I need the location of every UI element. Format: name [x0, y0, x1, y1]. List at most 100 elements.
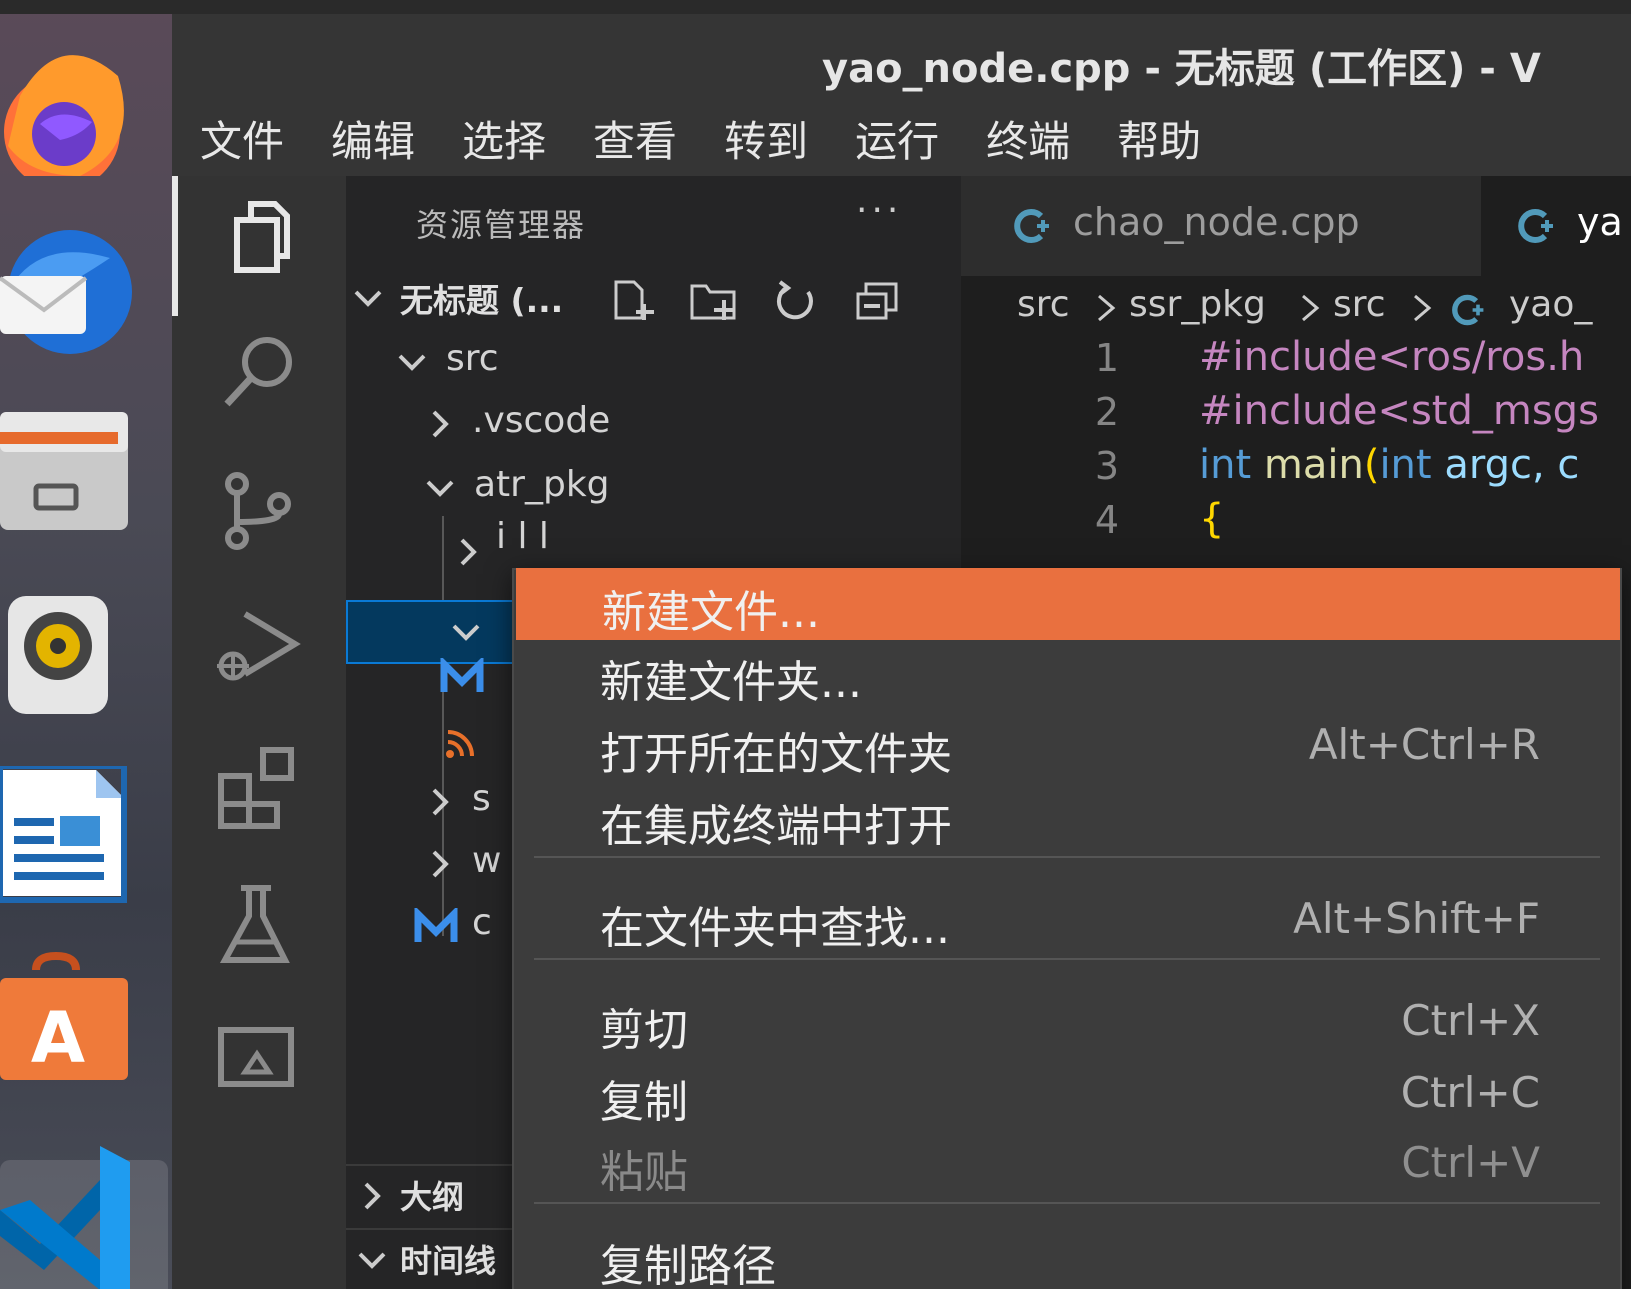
menu-go[interactable]: 转到: [724, 108, 808, 169]
menu-item-find-in-folder[interactable]: 在文件夹中查找... Alt+Shift+F: [514, 884, 1620, 956]
breadcrumb-item[interactable]: yao_: [1509, 284, 1592, 325]
menu-view[interactable]: 查看: [593, 108, 677, 169]
menu-item-paste[interactable]: 粘贴 Ctrl+V: [514, 1128, 1620, 1200]
menu-item-label: 复制路径: [600, 1241, 776, 1289]
chevron-down-icon: [358, 1252, 386, 1269]
thunderbird-icon[interactable]: [0, 218, 140, 358]
menu-separator: [534, 958, 1600, 960]
code-line[interactable]: #include<ros/ros.h: [1199, 334, 1584, 380]
menu-item-label: 粘贴: [600, 1147, 688, 1198]
chevron-down-icon: [426, 480, 454, 497]
workspace-header[interactable]: 无标题 (...: [346, 268, 961, 328]
menu-item-label: 打开所在的文件夹: [600, 729, 952, 780]
menu-item-open-in-terminal[interactable]: 在集成终端中打开: [514, 782, 1620, 854]
code-variable: c: [1557, 442, 1580, 488]
menu-item-label: 新建文件夹...: [600, 657, 862, 708]
code-line[interactable]: int main(int argc, c: [1199, 442, 1579, 488]
menu-item-label: 剪切: [600, 1005, 688, 1056]
menu-bar: 文件 编辑 选择 查看 转到 运行 终端 帮助: [172, 100, 1631, 176]
top-panel-strip: [0, 0, 1631, 14]
menu-item-new-folder[interactable]: 新建文件夹...: [514, 638, 1620, 710]
tab-label: chao_node.cpp: [1073, 200, 1360, 244]
menu-terminal[interactable]: 终端: [986, 108, 1070, 169]
tree-item-label: src: [446, 338, 499, 379]
code-paren: (: [1363, 442, 1380, 488]
more-actions-button[interactable]: ···: [856, 190, 902, 231]
search-icon[interactable]: [215, 326, 305, 416]
chevron-right-icon: [432, 850, 449, 878]
tree-item-label: i l l: [496, 516, 549, 557]
active-view-indicator: [172, 176, 178, 316]
files-icon[interactable]: [0, 402, 140, 542]
title-bar: yao_node.cpp - 无标题 (工作区) - V: [172, 14, 1631, 100]
new-folder-icon[interactable]: [690, 278, 738, 322]
menu-item-shortcut: Ctrl+V: [1401, 1138, 1540, 1187]
breadcrumb-item[interactable]: src: [1017, 284, 1070, 325]
menu-item-new-file[interactable]: 新建文件...: [516, 568, 1620, 640]
window-title: yao_node.cpp - 无标题 (工作区) - V: [822, 46, 1541, 92]
tree-item-atr-pkg[interactable]: atr_pkg: [346, 458, 961, 518]
cmake-m-icon: [414, 908, 458, 942]
vscode-icon[interactable]: [0, 1140, 140, 1289]
chevron-down-icon: [452, 624, 480, 641]
refresh-icon[interactable]: [772, 278, 820, 322]
explorer-icon[interactable]: [215, 190, 305, 280]
ubuntu-dock: A: [0, 0, 172, 1289]
extensions-icon[interactable]: [215, 742, 305, 832]
menu-item-cut[interactable]: 剪切 Ctrl+X: [514, 986, 1620, 1058]
tree-item-vscode[interactable]: .vscode: [346, 394, 961, 454]
tab-label: ya: [1577, 200, 1623, 244]
chevron-right-icon: [432, 788, 449, 816]
activity-bar: [172, 176, 346, 1289]
menu-file[interactable]: 文件: [200, 108, 284, 169]
tree-item-src[interactable]: src: [346, 332, 961, 392]
tab-chao-node[interactable]: chao_node.cpp: [961, 176, 1481, 276]
rss-icon: [446, 730, 474, 758]
tree-item-label: s: [472, 778, 491, 819]
menu-item-label: 新建文件...: [602, 587, 820, 638]
menu-edit[interactable]: 编辑: [331, 108, 415, 169]
menu-item-shortcut: Alt+Ctrl+R: [1308, 720, 1540, 769]
breadcrumb-item[interactable]: ssr_pkg: [1129, 284, 1266, 325]
timeline-panel-header[interactable]: 时间线: [346, 1228, 516, 1289]
menu-item-label: 在文件夹中查找...: [600, 903, 950, 954]
breadcrumb: src ssr_pkg src yao_: [961, 276, 1631, 342]
menu-item-copy-path[interactable]: 复制路径: [514, 1222, 1620, 1289]
rhythmbox-icon[interactable]: [0, 586, 140, 726]
context-menu: 新建文件... 新建文件夹... 打开所在的文件夹 Alt+Ctrl+R 在集成…: [512, 568, 1622, 1289]
tab-yao-node[interactable]: ya: [1481, 176, 1631, 276]
menu-separator: [534, 1202, 1600, 1204]
testing-icon[interactable]: [215, 880, 305, 970]
code-line[interactable]: {: [1199, 496, 1224, 542]
new-file-icon[interactable]: [610, 278, 658, 322]
tree-item-label: atr_pkg: [474, 464, 610, 505]
breadcrumb-item[interactable]: src: [1333, 284, 1386, 325]
ubuntu-software-icon[interactable]: A: [0, 950, 140, 1090]
cmake-m-icon: [440, 658, 484, 692]
chevron-down-icon: [398, 354, 426, 371]
run-debug-icon[interactable]: [215, 600, 305, 690]
menu-selection[interactable]: 选择: [462, 108, 546, 169]
code-keyword: int: [1379, 442, 1432, 488]
chevron-right-icon: [1414, 294, 1432, 322]
source-control-icon[interactable]: [215, 466, 305, 556]
collapse-all-icon[interactable]: [854, 278, 902, 322]
outline-panel-header[interactable]: 大纲: [346, 1164, 516, 1226]
chevron-right-icon: [432, 410, 449, 438]
menu-run[interactable]: 运行: [855, 108, 939, 169]
line-number: 3: [1094, 444, 1119, 488]
chevron-down-icon: [354, 290, 382, 307]
code-line[interactable]: #include<std_msgs: [1199, 388, 1599, 434]
remote-explorer-icon[interactable]: [215, 1014, 305, 1104]
firefox-icon[interactable]: [0, 36, 140, 176]
svg-text:A: A: [31, 997, 85, 1079]
tree-item-label: c: [472, 902, 492, 943]
editor-tabs: chao_node.cpp ya: [961, 176, 1631, 276]
line-number: 4: [1094, 498, 1119, 542]
menu-item-reveal-folder[interactable]: 打开所在的文件夹 Alt+Ctrl+R: [514, 710, 1620, 782]
libreoffice-writer-icon[interactable]: [0, 766, 140, 906]
cpp-file-icon: [1014, 209, 1049, 243]
menu-help[interactable]: 帮助: [1117, 108, 1201, 169]
menu-item-shortcut: Ctrl+C: [1400, 1068, 1540, 1117]
menu-item-copy[interactable]: 复制 Ctrl+C: [514, 1058, 1620, 1130]
